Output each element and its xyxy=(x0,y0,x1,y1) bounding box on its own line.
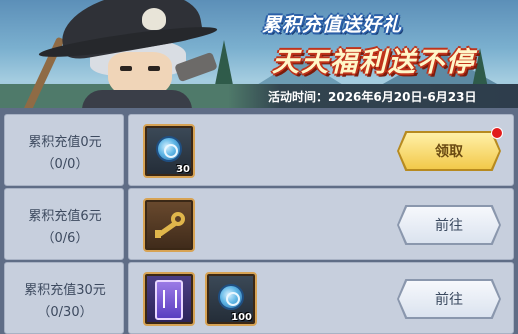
reward-slot[interactable]: 100 xyxy=(205,272,257,326)
claim-button[interactable]: 领取 xyxy=(397,127,503,171)
goto-button-label: 前往 xyxy=(435,218,463,234)
banner-slogan: 天天福利送不停 xyxy=(272,47,475,78)
blue-coin-icon xyxy=(218,284,244,310)
reward-panel: 30 领取 xyxy=(128,114,514,186)
reward-row: 累积充值6元 （0/6） 前往 xyxy=(4,188,514,260)
goto-button-label: 前往 xyxy=(435,292,463,308)
reward-slot[interactable] xyxy=(143,272,195,326)
pirate-character-illustration xyxy=(19,0,219,108)
tier-title: 累积充值6元 xyxy=(28,209,102,224)
tier-label-panel: 累积充值6元 （0/6） xyxy=(4,188,124,260)
reward-row: 累积充值30元 （0/30） 100 前往 xyxy=(4,262,514,334)
blue-coin-icon xyxy=(156,136,182,162)
tier-label-panel: 累积充值0元 （0/0） xyxy=(4,114,124,186)
tier-progress: （0/30） xyxy=(37,305,93,320)
golden-key-icon xyxy=(153,212,187,238)
skull-emblem-icon xyxy=(142,8,166,30)
reward-quantity: 30 xyxy=(176,164,190,175)
event-banner: 累积充值送好礼 天天福利送不停 活动时间：2026年6月20日-6月23日 xyxy=(0,0,518,108)
tier-label-panel: 累积充值30元 （0/30） xyxy=(4,262,124,334)
reward-slot[interactable] xyxy=(143,198,195,252)
banner-title: 累积充值送好礼 xyxy=(262,14,403,36)
purple-card-icon xyxy=(155,280,183,320)
tier-title: 累积充值0元 xyxy=(28,135,102,150)
goto-button[interactable]: 前往 xyxy=(397,205,501,245)
notification-dot xyxy=(491,127,503,139)
reward-slot[interactable]: 30 xyxy=(143,124,195,178)
reward-row: 累积充值0元 （0/0） 30 领取 xyxy=(4,114,514,186)
activity-time: 活动时间：2026年6月20日-6月23日 xyxy=(268,90,477,104)
reward-quantity: 100 xyxy=(231,312,252,323)
tier-title: 累积充值30元 xyxy=(24,283,106,298)
tier-progress: （0/6） xyxy=(41,231,89,246)
tree xyxy=(214,40,234,90)
tier-progress: （0/0） xyxy=(41,157,89,172)
claim-button-label: 领取 xyxy=(435,144,463,160)
reward-panel: 100 前往 xyxy=(128,262,514,334)
goto-button[interactable]: 前往 xyxy=(397,279,501,319)
reward-panel: 前往 xyxy=(128,188,514,260)
